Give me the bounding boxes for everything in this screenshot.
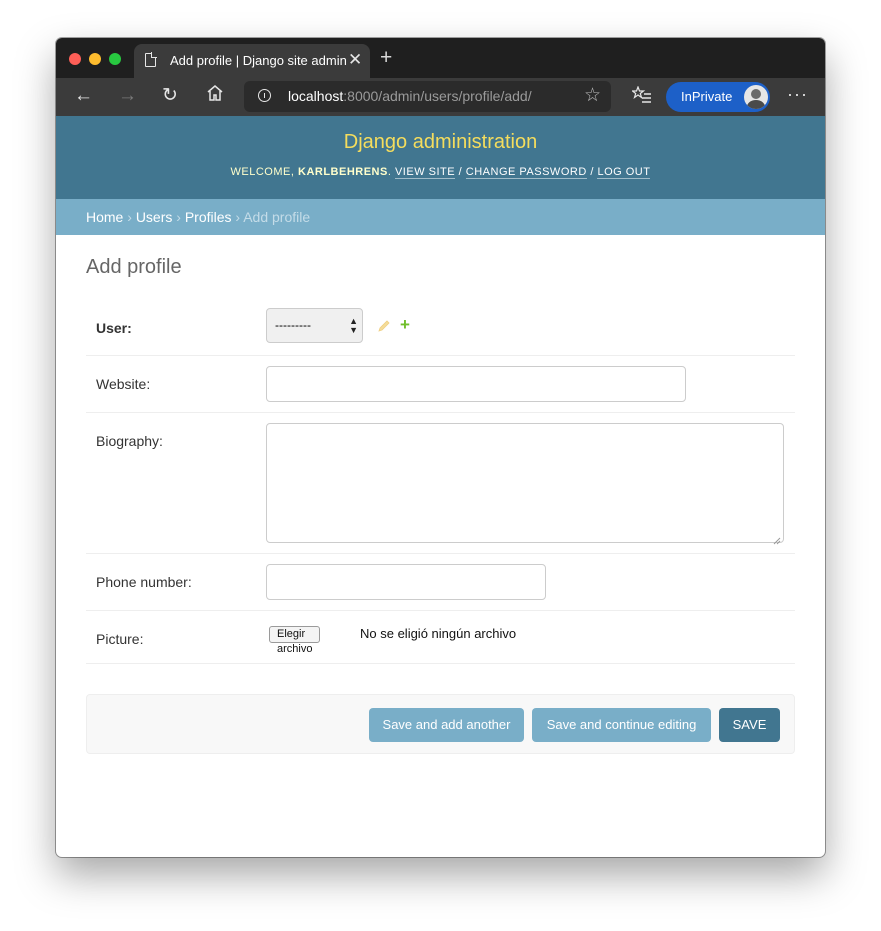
site-name[interactable]: Django administration	[56, 131, 825, 154]
pencil-icon[interactable]	[377, 319, 391, 333]
page-icon	[145, 52, 157, 67]
breadcrumb-users[interactable]: Users	[136, 209, 173, 225]
favorite-star-icon[interactable]: ☆	[584, 84, 601, 107]
avatar	[744, 85, 768, 109]
breadcrumb-current: Add profile	[243, 209, 311, 225]
breadcrumb-separator: ›	[235, 209, 241, 225]
save-button[interactable]: SAVE	[719, 708, 780, 742]
forward-icon[interactable]: →	[118, 85, 137, 107]
breadcrumb-separator: ›	[127, 209, 132, 225]
browser-tab[interactable]: Add profile | Django site admin ✕	[134, 44, 370, 78]
reload-icon[interactable]: ↻	[162, 85, 178, 107]
view-site-link[interactable]: VIEW SITE	[394, 166, 456, 179]
url-path: :8000/admin/users/profile/add/	[343, 88, 532, 104]
title-bar: Add profile | Django site admin ✕ +	[56, 38, 825, 78]
log-out-link[interactable]: LOG OUT	[597, 166, 651, 179]
add-user-icon[interactable]: +	[400, 316, 410, 334]
inprivate-button[interactable]: InPrivate	[666, 82, 770, 112]
user-select-value: ---------	[275, 318, 311, 332]
favorites-list-icon[interactable]	[630, 85, 652, 110]
welcome-text: WELCOME,	[230, 166, 295, 178]
biography-label: Biography:	[96, 433, 163, 449]
url-text[interactable]: localhost:8000/admin/users/profile/add/	[288, 88, 532, 104]
user-select[interactable]: --------- ▲ ▼	[266, 308, 363, 343]
save-and-continue-button[interactable]: Save and continue editing	[532, 708, 711, 742]
page-title: Add profile	[86, 256, 182, 278]
admin-header: Django administration WELCOME, KARLBEHRE…	[56, 116, 825, 199]
inprivate-label: InPrivate	[681, 89, 733, 104]
tab-close-icon[interactable]: ✕	[348, 50, 362, 70]
choose-file-button[interactable]: Elegir archivo	[269, 626, 321, 655]
form-row-user: User: --------- ▲ ▼ +	[86, 308, 795, 356]
back-icon[interactable]: ←	[74, 85, 93, 107]
submit-row: Save and add another Save and continue e…	[86, 694, 795, 754]
save-and-add-another-button[interactable]: Save and add another	[369, 708, 524, 742]
picture-label: Picture:	[96, 631, 144, 647]
breadcrumb: Home › Users › Profiles › Add profile	[56, 199, 825, 235]
new-tab-icon[interactable]: +	[380, 46, 392, 70]
resize-handle-icon[interactable]	[773, 532, 781, 545]
info-icon[interactable]	[258, 89, 271, 102]
more-icon[interactable]: ···	[787, 84, 808, 105]
website-input[interactable]	[266, 366, 686, 402]
browser-window: Add profile | Django site admin ✕ + ← → …	[56, 38, 825, 857]
close-window-button[interactable]	[69, 53, 81, 65]
chevron-updown-icon: ▲ ▼	[349, 316, 358, 335]
form-row-website: Website:	[86, 356, 795, 413]
phone-label: Phone number:	[96, 574, 192, 590]
biography-textarea[interactable]	[266, 423, 784, 545]
form-row-phone: Phone number:	[86, 554, 795, 611]
address-bar[interactable]: localhost:8000/admin/users/profile/add/ …	[244, 81, 611, 112]
website-label: Website:	[96, 376, 151, 392]
username: KARLBEHRENS	[298, 166, 388, 178]
tab-title: Add profile | Django site admin	[170, 53, 347, 68]
phone-number-input[interactable]	[266, 564, 546, 600]
maximize-window-button[interactable]	[109, 53, 121, 65]
file-status-text: No se eligió ningún archivo	[360, 626, 517, 641]
browser-toolbar: ← → ↻ localhost:8000/admin/users/profile…	[56, 78, 825, 116]
user-label: User:	[96, 320, 132, 336]
url-host: localhost	[288, 88, 344, 104]
home-icon[interactable]	[206, 84, 224, 108]
user-tools: WELCOME, KARLBEHRENS. VIEW SITE / CHANGE…	[230, 166, 651, 179]
form-row-picture: Picture: Elegir archivo No se eligió nin…	[86, 611, 795, 664]
breadcrumb-home[interactable]: Home	[86, 209, 123, 225]
form-row-biography: Biography:	[86, 413, 795, 554]
minimize-window-button[interactable]	[89, 53, 101, 65]
breadcrumb-separator: ›	[176, 209, 181, 225]
breadcrumb-profiles[interactable]: Profiles	[185, 209, 232, 225]
change-password-link[interactable]: CHANGE PASSWORD	[465, 166, 587, 179]
